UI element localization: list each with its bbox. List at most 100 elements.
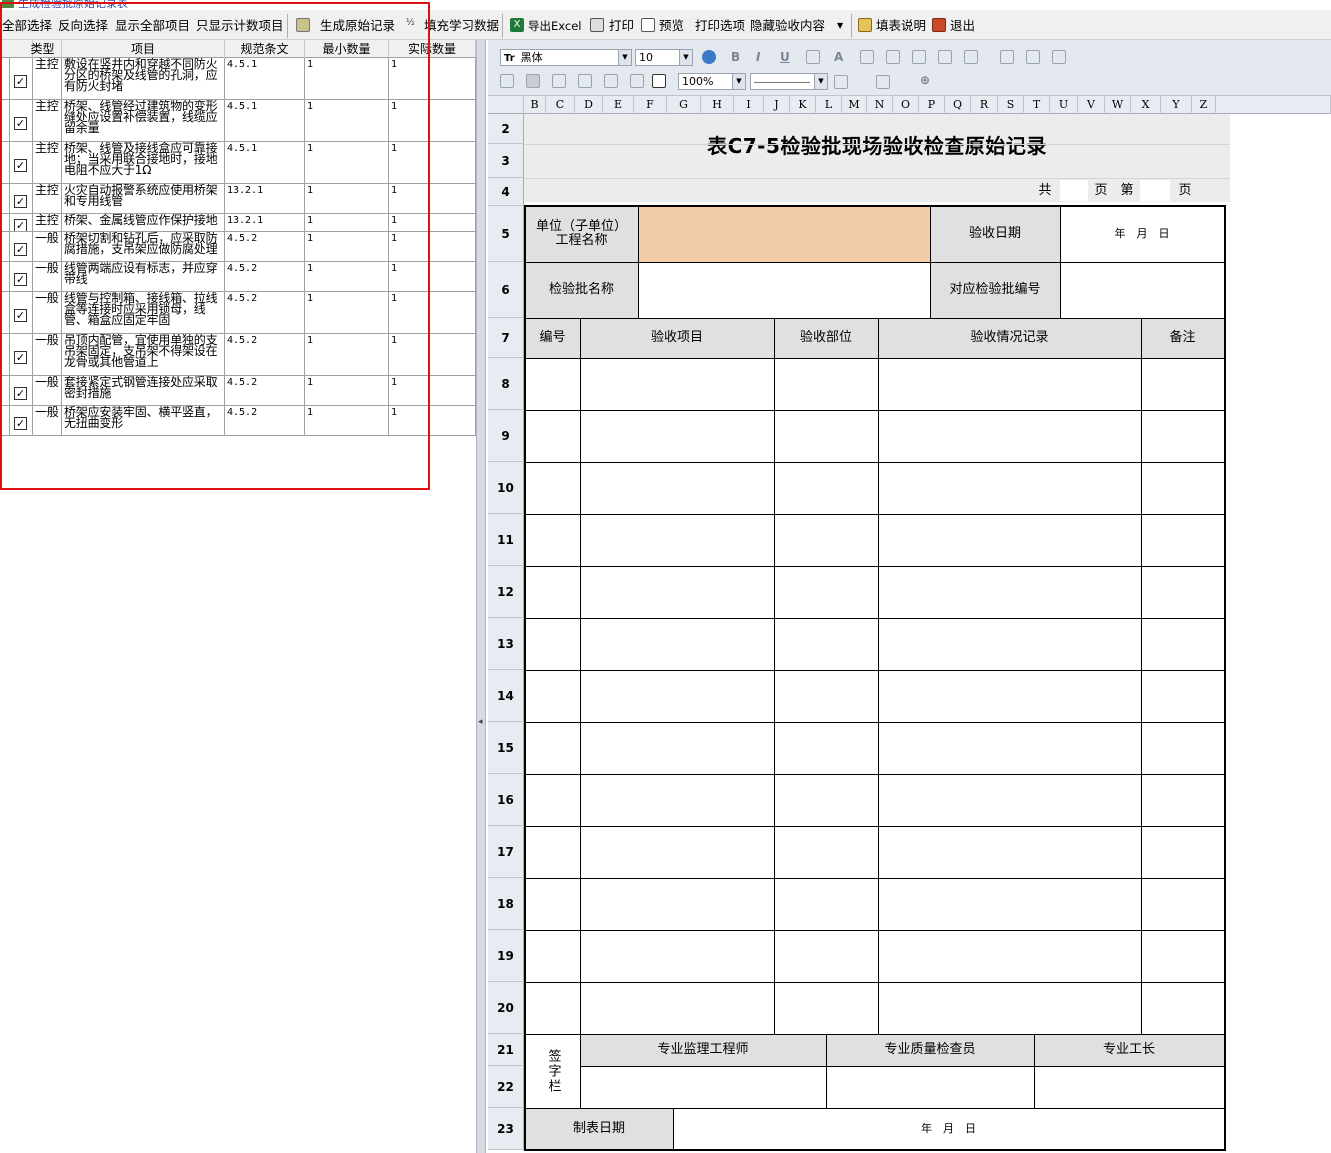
- column-header[interactable]: T: [1024, 96, 1050, 114]
- sign-inspector-input[interactable]: [826, 1066, 1034, 1108]
- lock-icon[interactable]: [652, 74, 666, 88]
- row-header[interactable]: 22: [488, 1066, 524, 1108]
- record-note-cell[interactable]: [878, 566, 1141, 618]
- table-row[interactable]: ✓ 一般 套接紧定式钢管连接处应采取密封措施 4.5.2 1 1: [0, 376, 476, 406]
- record-number-cell[interactable]: [525, 514, 580, 566]
- made-date-input[interactable]: 年 月 日: [673, 1108, 1224, 1150]
- table-row[interactable]: ✓ 主控 桥架、线管经过建筑物的变形缝处应设置补偿装置，线缆应留余量 4.5.1 1 1: [0, 100, 476, 142]
- row-actual[interactable]: 1: [389, 334, 476, 375]
- fill-data-icon[interactable]: ½: [406, 18, 420, 32]
- record-part-cell[interactable]: [774, 878, 878, 930]
- row-header[interactable]: 5: [488, 206, 524, 262]
- line-style-select[interactable]: ▼: [750, 73, 828, 90]
- row-header[interactable]: 4: [488, 178, 524, 206]
- indent-icon[interactable]: [964, 50, 978, 64]
- record-remark-cell[interactable]: [1141, 878, 1224, 930]
- row-header[interactable]: 23: [488, 1108, 524, 1150]
- record-number-cell[interactable]: [525, 358, 580, 410]
- delete-col-icon[interactable]: [630, 74, 644, 88]
- record-note-cell[interactable]: [878, 358, 1141, 410]
- column-header[interactable]: Q: [945, 96, 971, 114]
- record-part-cell[interactable]: [774, 566, 878, 618]
- chevron-down-icon[interactable]: ▼: [837, 16, 843, 36]
- row-actual[interactable]: 1: [389, 292, 476, 333]
- record-part-cell[interactable]: [774, 514, 878, 566]
- preview-icon[interactable]: [641, 18, 655, 32]
- printer-icon[interactable]: [590, 18, 604, 32]
- column-header[interactable]: R: [971, 96, 998, 114]
- record-number-cell[interactable]: [525, 930, 580, 982]
- record-note-cell[interactable]: [878, 826, 1141, 878]
- record-item-cell[interactable]: [580, 774, 774, 826]
- insert-col-icon[interactable]: [578, 74, 592, 88]
- align-center-icon[interactable]: [886, 50, 900, 64]
- record-remark-cell[interactable]: [1141, 462, 1224, 514]
- record-part-cell[interactable]: [774, 774, 878, 826]
- record-number-cell[interactable]: [525, 722, 580, 774]
- record-part-cell[interactable]: [774, 670, 878, 722]
- table-row[interactable]: ✓ 主控 桥架、线管及接线盒应可靠接地；当采用联合接地时，接地电阻不应大于1Ω 4.5…: [0, 142, 476, 184]
- record-number-cell[interactable]: [525, 410, 580, 462]
- chevron-down-icon[interactable]: ▼: [618, 50, 631, 65]
- export-excel-button[interactable]: 导出Excel: [528, 16, 581, 36]
- column-header[interactable]: M: [842, 96, 867, 114]
- row-header[interactable]: 18: [488, 878, 524, 930]
- font-color-button[interactable]: A: [834, 50, 843, 64]
- zoom-select[interactable]: 100% ▼: [678, 73, 746, 90]
- exit-button[interactable]: 退出: [950, 16, 975, 36]
- header-clause[interactable]: 规范条文: [225, 40, 305, 58]
- column-header[interactable]: N: [867, 96, 893, 114]
- border-icon[interactable]: [1000, 50, 1014, 64]
- fill-color-icon[interactable]: [806, 50, 820, 64]
- record-note-cell[interactable]: [878, 982, 1141, 1034]
- row-header[interactable]: 16: [488, 774, 524, 826]
- generate-record-button[interactable]: 生成原始记录: [320, 16, 395, 36]
- select-all-button[interactable]: 全部选择: [2, 16, 52, 36]
- column-header[interactable]: H: [701, 96, 734, 114]
- select-all-corner[interactable]: [488, 96, 524, 114]
- row-header[interactable]: 10: [488, 462, 524, 514]
- column-header[interactable]: G: [667, 96, 701, 114]
- header-actual[interactable]: 实际数量: [389, 40, 476, 58]
- border-outer-icon[interactable]: [1052, 50, 1066, 64]
- record-part-cell[interactable]: [774, 410, 878, 462]
- record-note-cell[interactable]: [878, 462, 1141, 514]
- align-left-icon[interactable]: [860, 50, 874, 64]
- record-part-cell[interactable]: [774, 722, 878, 774]
- record-item-cell[interactable]: [580, 722, 774, 774]
- row-actual[interactable]: 1: [389, 58, 476, 99]
- fill-learned-button[interactable]: 填充学习数据: [424, 16, 499, 36]
- row-actual[interactable]: 1: [389, 184, 476, 213]
- record-item-cell[interactable]: [580, 878, 774, 930]
- record-number-cell[interactable]: [525, 774, 580, 826]
- page-current-input[interactable]: [1140, 180, 1170, 201]
- column-header[interactable]: J: [764, 96, 790, 114]
- cell-color-icon[interactable]: [876, 75, 890, 89]
- insert-row-icon[interactable]: [552, 74, 566, 88]
- sign-foreman-input[interactable]: [1034, 1066, 1224, 1108]
- record-part-cell[interactable]: [774, 982, 878, 1034]
- row-header[interactable]: 13: [488, 618, 524, 670]
- record-note-cell[interactable]: [878, 670, 1141, 722]
- table-row[interactable]: ✓ 一般 桥架应安装牢固、横平竖直，无扭曲变形 4.5.2 1 1: [0, 406, 476, 436]
- chevron-down-icon[interactable]: ▼: [814, 74, 827, 89]
- italic-button[interactable]: I: [756, 50, 760, 64]
- record-remark-cell[interactable]: [1141, 514, 1224, 566]
- print-button[interactable]: 打印: [609, 16, 634, 36]
- table-row[interactable]: ✓ 一般 桥架切割和钻孔后，应采取防腐措施，支吊架应做防腐处理 4.5.2 1 1: [0, 232, 476, 262]
- split-cells-icon[interactable]: [526, 74, 540, 88]
- record-remark-cell[interactable]: [1141, 358, 1224, 410]
- record-part-cell[interactable]: [774, 826, 878, 878]
- record-note-cell[interactable]: [878, 514, 1141, 566]
- record-note-cell[interactable]: [878, 930, 1141, 982]
- record-item-cell[interactable]: [580, 930, 774, 982]
- record-note-cell[interactable]: [878, 618, 1141, 670]
- column-header[interactable]: X: [1131, 96, 1161, 114]
- table-row[interactable]: ✓ 主控 敷设在竖井内和穿越不同防火分区的桥架及线管的孔洞，应有防火封堵 4.5.1 1…: [0, 58, 476, 100]
- record-number-cell[interactable]: [525, 462, 580, 514]
- column-header[interactable]: E: [603, 96, 634, 114]
- record-part-cell[interactable]: [774, 358, 878, 410]
- row-header[interactable]: 21: [488, 1034, 524, 1066]
- table-row[interactable]: ✓ 主控 桥架、金属线管应作保护接地 13.2.1 1 1: [0, 214, 476, 232]
- row-header[interactable]: 9: [488, 410, 524, 462]
